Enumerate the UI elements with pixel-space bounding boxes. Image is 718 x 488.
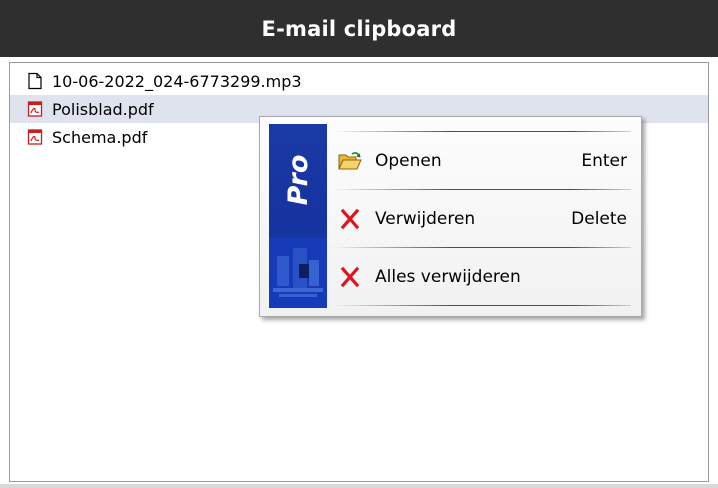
menu-separator (333, 305, 631, 306)
file-name: Schema.pdf (52, 127, 148, 147)
building-graphic (269, 238, 327, 308)
pdf-icon (27, 101, 43, 117)
menu-item-shortcut: Delete (571, 209, 627, 229)
file-name: 10-06-2022_024-6773299.mp3 (52, 71, 302, 91)
context-menu: Pro Openen Enter Verwijderen Delete Alle… (259, 116, 642, 317)
menu-item-open[interactable]: Openen Enter (331, 132, 629, 190)
delete-x-icon (340, 208, 360, 230)
banner-label: Pro (282, 154, 314, 206)
window-bottom-border (0, 484, 718, 488)
file-name: Polisblad.pdf (52, 99, 154, 119)
menu-item-delete-all[interactable]: Alles verwijderen (331, 248, 629, 306)
menu-item-label: Alles verwijderen (375, 267, 521, 287)
file-icon (28, 72, 42, 90)
open-folder-icon (338, 152, 362, 170)
pro-banner: Pro (269, 124, 327, 308)
menu-item-label: Verwijderen (375, 209, 476, 229)
pdf-icon (27, 129, 43, 145)
delete-x-icon (340, 266, 360, 288)
menu-item-shortcut: Enter (581, 151, 627, 171)
menu-item-delete[interactable]: Verwijderen Delete (331, 190, 629, 248)
window-title: E-mail clipboard (0, 0, 718, 57)
menu-item-label: Openen (375, 151, 442, 171)
email-clipboard-window: E-mail clipboard 10-06-2022_024-6773299.… (0, 0, 718, 488)
file-row-mp3[interactable]: 10-06-2022_024-6773299.mp3 (10, 67, 708, 95)
